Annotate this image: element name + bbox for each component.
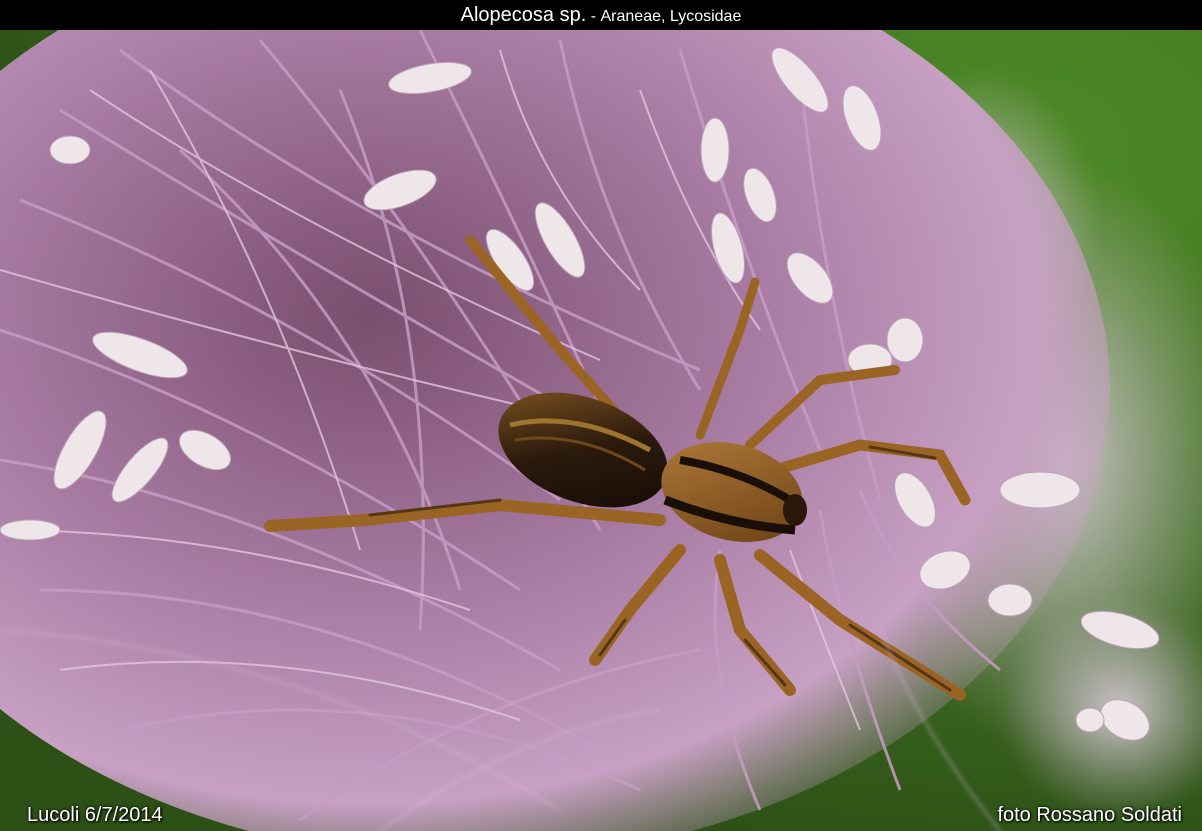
title-separator: - (586, 8, 601, 25)
species-title: Alopecosa sp. (460, 4, 587, 26)
location-date-caption: Lucoli 6/7/2014 (27, 804, 163, 826)
spider-eyes (783, 494, 807, 526)
photo: Lucoli 6/7/2014 foto Rossano Soldati (0, 30, 1202, 831)
title-bar: Alopecosa sp. - Araneae, Lycosidae (0, 0, 1202, 30)
taxonomy-subtitle: Araneae, Lycosidae (600, 8, 742, 25)
photo-credit-caption: foto Rossano Soldati (997, 804, 1182, 826)
photo-frame: Alopecosa sp. - Araneae, Lycosidae Lucol… (0, 0, 1202, 831)
photo-illustration (0, 30, 1202, 831)
